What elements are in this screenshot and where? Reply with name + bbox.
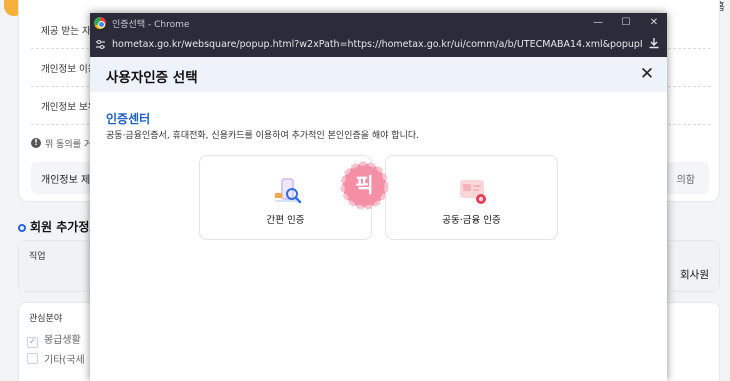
additional-info-title: 회원 추가정보 — [18, 218, 100, 235]
consent-agree-label: 개인정보 제 — [41, 175, 91, 186]
window-close-icon[interactable]: ✕ — [641, 15, 667, 31]
close-icon[interactable]: ✕ — [637, 64, 657, 84]
interest-option-other[interactable]: 기타(국세 — [27, 351, 85, 366]
consent-notice: 위 동의를 거 — [45, 140, 93, 150]
window-title: 인증선택 - Chrome — [112, 20, 190, 30]
auth-center-description: 공동·금융인증서, 휴대전화, 신용카드를 이용하여 추가적인 본인인증을 해야… — [106, 131, 419, 141]
address-bar: hometax.go.kr/websquare/popup.html?w2xPa… — [90, 33, 667, 57]
info-icon: ! — [31, 138, 41, 148]
joint-financial-cert-label: 공동·금융 인증 — [442, 215, 501, 226]
consent-row-retention: 개인정보 보유 — [41, 102, 97, 113]
joint-financial-cert-button[interactable]: 공동·금융 인증 — [385, 155, 558, 240]
auth-center-title: 인증센터 — [106, 112, 151, 126]
job-field-value: 회사원 — [680, 269, 709, 281]
dialog-title: 사용자인증 선택 — [106, 70, 198, 86]
window-titlebar[interactable]: 인증선택 - Chrome — ☐ ✕ — [90, 13, 667, 33]
simple-auth-label: 간편 인증 — [266, 215, 305, 226]
interest-option-salary[interactable]: ✓ 봉급생활 — [27, 331, 81, 348]
download-icon[interactable] — [647, 37, 661, 51]
checkbox-icon: ✓ — [27, 337, 38, 348]
consent-row-recipient: 제공 받는 자 — [41, 26, 91, 37]
dialog-header: 사용자인증 선택 ✕ — [90, 57, 667, 92]
pick-badge-text: 픽 — [355, 173, 374, 197]
certificate-icon — [460, 180, 486, 204]
bullet-icon — [18, 223, 26, 232]
interest-field-label: 관심분야 — [29, 314, 63, 324]
job-field-label: 직업 — [29, 252, 46, 262]
pick-badge: 픽 — [338, 159, 391, 212]
chrome-icon — [94, 17, 106, 29]
maximize-icon[interactable]: ☐ — [613, 15, 639, 31]
checkbox-icon — [27, 353, 38, 364]
consent-row-usage: 개인정보 이용 — [41, 64, 97, 75]
url-text[interactable]: hometax.go.kr/websquare/popup.html?w2xPa… — [112, 39, 642, 50]
minimize-icon[interactable]: — — [585, 15, 611, 31]
consent-agree-right-label: 의함 — [676, 175, 695, 186]
site-settings-icon[interactable] — [94, 39, 106, 51]
auth-popup-window: 인증선택 - Chrome — ☐ ✕ hometax.go.kr/websqu… — [90, 13, 667, 381]
simple-auth-icon — [275, 178, 302, 204]
